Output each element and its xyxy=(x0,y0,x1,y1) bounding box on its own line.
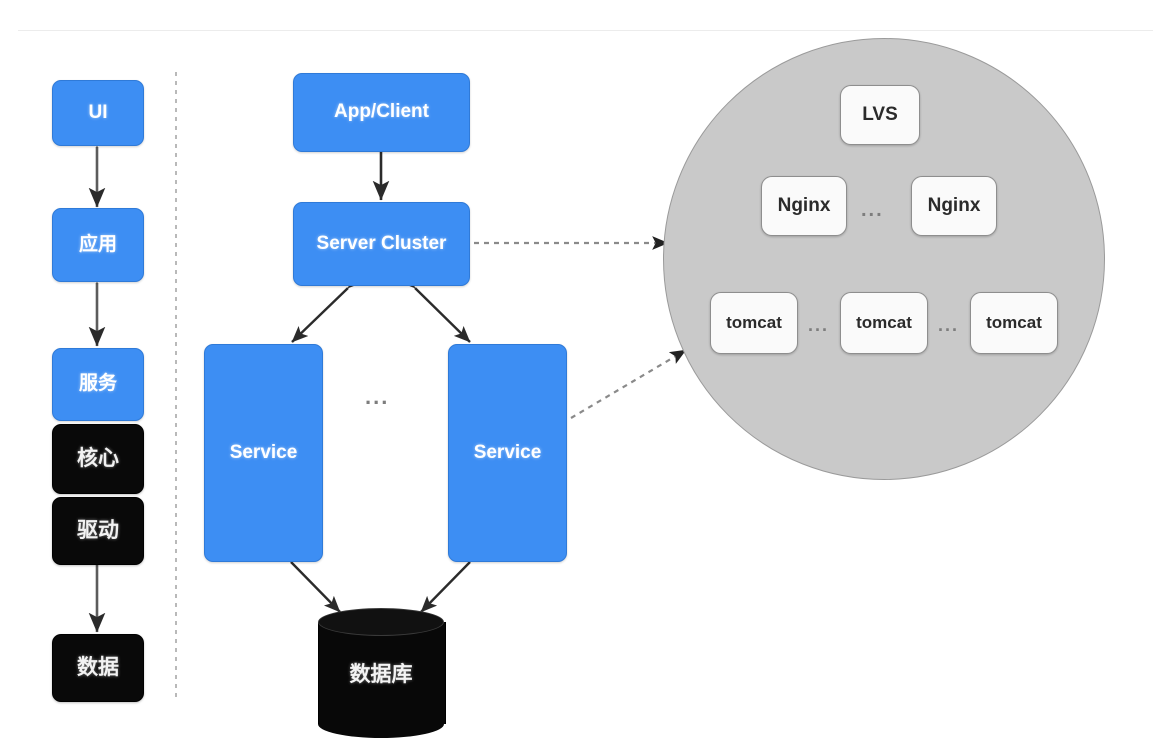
layer-node-driver[interactable]: 驱动 xyxy=(52,497,144,565)
tomcat-node-1[interactable]: tomcat xyxy=(710,292,798,354)
service-node-left-label: Service xyxy=(229,441,298,463)
layer-node-ui[interactable]: UI xyxy=(52,80,144,146)
section-divider xyxy=(175,72,177,697)
architecture-diagram: UI 应用 服务 核心 驱动 数据 App/Client Server Clus… xyxy=(0,0,1160,755)
server-cluster-node[interactable]: Server Cluster xyxy=(293,202,470,286)
tomcat-ellipsis-1: ... xyxy=(808,315,830,335)
nginx-node-right[interactable]: Nginx xyxy=(911,176,997,236)
database-label: 数据库 xyxy=(349,663,413,686)
layer-node-app[interactable]: 应用 xyxy=(52,208,144,282)
service-node-right[interactable]: Service xyxy=(448,344,567,562)
nginx-node-left-label: Nginx xyxy=(777,194,831,216)
layer-node-core-label: 核心 xyxy=(77,447,119,471)
tomcat-node-2-label: tomcat xyxy=(856,312,912,332)
layer-node-ui-label: UI xyxy=(88,101,108,123)
service-node-right-label: Service xyxy=(473,441,542,463)
layer-node-service-label: 服务 xyxy=(78,373,117,395)
server-cluster-label: Server Cluster xyxy=(316,232,447,254)
layer-node-app-label: 应用 xyxy=(78,233,117,255)
layer-node-driver-label: 驱动 xyxy=(77,519,119,543)
top-divider-line xyxy=(18,30,1153,31)
tomcat-node-1-label: tomcat xyxy=(726,312,782,332)
layer-node-data-label: 数据 xyxy=(77,656,119,680)
nginx-node-right-label: Nginx xyxy=(927,194,981,216)
service-node-left[interactable]: Service xyxy=(204,344,323,562)
tomcat-node-3-label: tomcat xyxy=(986,312,1042,332)
nginx-ellipsis: ... xyxy=(861,199,884,221)
layer-node-data[interactable]: 数据 xyxy=(52,634,144,702)
tomcat-node-3[interactable]: tomcat xyxy=(970,292,1058,354)
service-ellipsis: ... xyxy=(365,384,390,409)
tomcat-ellipsis-2: ... xyxy=(938,315,960,335)
layer-node-core[interactable]: 核心 xyxy=(52,424,144,494)
app-client-node[interactable]: App/Client xyxy=(293,73,470,152)
lvs-node[interactable]: LVS xyxy=(840,85,920,145)
app-client-label: App/Client xyxy=(334,101,429,123)
layer-node-service[interactable]: 服务 xyxy=(52,348,144,421)
lvs-label: LVS xyxy=(862,103,898,125)
database-cylinder[interactable]: 数据库 xyxy=(318,608,446,738)
tomcat-node-2[interactable]: tomcat xyxy=(840,292,928,354)
nginx-node-left[interactable]: Nginx xyxy=(761,176,847,236)
